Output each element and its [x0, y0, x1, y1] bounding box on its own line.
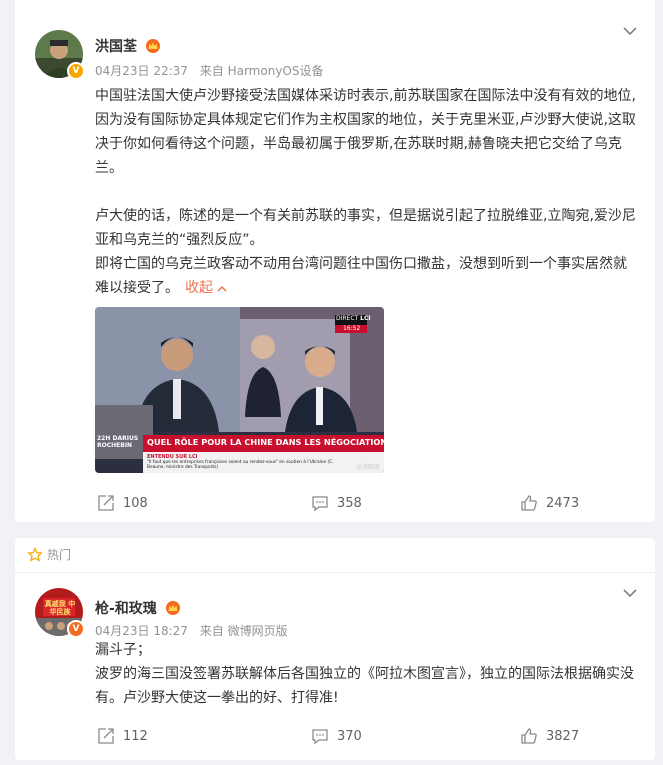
verified-badge-icon: V	[67, 620, 85, 638]
commenter-name[interactable]: 枪-和玫瑰	[95, 601, 157, 617]
comment-count: 370	[337, 728, 362, 744]
comment-line: 漏斗子；	[95, 642, 151, 658]
repost-icon	[98, 495, 114, 511]
chevron-up-icon	[217, 285, 227, 292]
repost-count: 112	[123, 728, 148, 744]
divider	[15, 572, 655, 573]
post-actions: 108 358 2473	[15, 494, 655, 518]
comment-button[interactable]: 358	[311, 494, 362, 512]
repost-button[interactable]: 108	[97, 494, 148, 512]
channel-logo: LCI	[360, 315, 371, 322]
comment-actions: 112 370 3827	[15, 727, 655, 751]
repost-count: 108	[123, 495, 148, 511]
video-promo: 22H DARIUS ROCHEBIN	[97, 435, 143, 449]
comment-line: 波罗的海三国没签署苏联解体后各国独立的《阿拉木图宣言》，独立的国际法根据确实没有…	[95, 666, 634, 706]
promo-time: 22H	[97, 435, 111, 442]
repost-button[interactable]: 112	[97, 727, 148, 745]
comment-meta: 04月23日 18:27 来自 微博网页版	[95, 622, 288, 639]
video-banner: QUEL RÔLE POUR LA CHINE DANS LES NÉGOCIA…	[147, 437, 384, 447]
comment-source: 来自 微博网页版	[199, 624, 288, 638]
like-count: 3827	[546, 728, 580, 744]
video-clock: 16:52	[343, 325, 361, 332]
comment-icon	[312, 496, 328, 512]
avatar-banner-text: 真戚我 中华民族	[44, 600, 76, 616]
video-watermark: @洪国荃	[355, 464, 380, 471]
comment-body: 漏斗子； 波罗的海三国没签署苏联解体后各国独立的《阿拉木图宣言》，独立的国际法根…	[95, 638, 640, 710]
video-thumbnail[interactable]: QUEL RÔLE POUR LA CHINE DANS LES NÉGOCIA…	[95, 307, 384, 473]
author-name[interactable]: 洪国荃	[95, 39, 137, 55]
post-meta: 04月23日 22:37 来自 HarmonyOS设备	[95, 62, 323, 79]
post-paragraph-last: 即将亡国的乌克兰政客动不动用台湾问题往中国伤口撒盐，没想到听到一个事实居然就难以…	[95, 252, 640, 300]
thumbs-up-icon	[521, 495, 537, 511]
member-crown-icon	[165, 601, 180, 615]
collapse-label: 收起	[185, 280, 213, 296]
member-crown-icon	[145, 39, 160, 53]
post-source: 来自 HarmonyOS设备	[199, 64, 324, 78]
post-date[interactable]: 04月23日 22:37	[95, 64, 188, 78]
commenter-name-row: 枪-和玫瑰	[95, 598, 181, 618]
hot-label: 热门	[47, 548, 72, 562]
like-button[interactable]: 3827	[520, 727, 579, 745]
live-label: DIRECT	[336, 315, 359, 322]
chevron-down-icon[interactable]	[623, 26, 637, 36]
comment-button[interactable]: 370	[311, 727, 362, 745]
thumbs-up-icon	[521, 728, 537, 744]
author-name-row: 洪国荃	[95, 36, 161, 56]
author-avatar[interactable]: V	[35, 30, 85, 80]
like-button[interactable]: 2473	[520, 494, 579, 512]
post-paragraph-text: 即将亡国的乌克兰政客动不动用台湾问题往中国伤口撒盐，没想到听到一个事实居然就难以…	[95, 256, 627, 296]
post-card: V 洪国荃 04月23日 22:37 来自 HarmonyOS设备 中国驻法国大…	[15, 0, 655, 522]
like-count: 2473	[546, 495, 580, 511]
collapse-link[interactable]: 收起	[185, 280, 227, 296]
post-paragraph: 卢大使的话，陈述的是一个有关前苏联的事实，但是据说引起了拉脱维亚,立陶宛,爱沙尼…	[95, 208, 636, 248]
comment-date[interactable]: 04月23日 18:27	[95, 624, 188, 638]
video-ticker-text: "Il faut que les entreprises françaises …	[147, 460, 334, 470]
comment-count: 358	[337, 495, 362, 511]
verified-badge-icon: V	[67, 62, 85, 80]
chevron-down-icon[interactable]	[623, 588, 637, 598]
hot-label-row: 热门	[27, 546, 71, 563]
video-live: DIRECT LCI	[336, 315, 371, 322]
hot-comment-card: 热门 真戚我 中华民族 V 枪-和玫瑰 04月23日 18:27 来自 微博网页…	[15, 538, 655, 760]
commenter-avatar[interactable]: 真戚我 中华民族 V	[35, 588, 85, 638]
post-paragraph: 中国驻法国大使卢沙野接受法国媒体采访时表示,前苏联国家在国际法中没有有效的地位,…	[95, 88, 636, 176]
repost-icon	[98, 728, 114, 744]
post-body: 中国驻法国大使卢沙野接受法国媒体采访时表示,前苏联国家在国际法中没有有效的地位,…	[95, 84, 640, 300]
comment-icon	[312, 729, 328, 745]
star-icon	[27, 546, 43, 562]
